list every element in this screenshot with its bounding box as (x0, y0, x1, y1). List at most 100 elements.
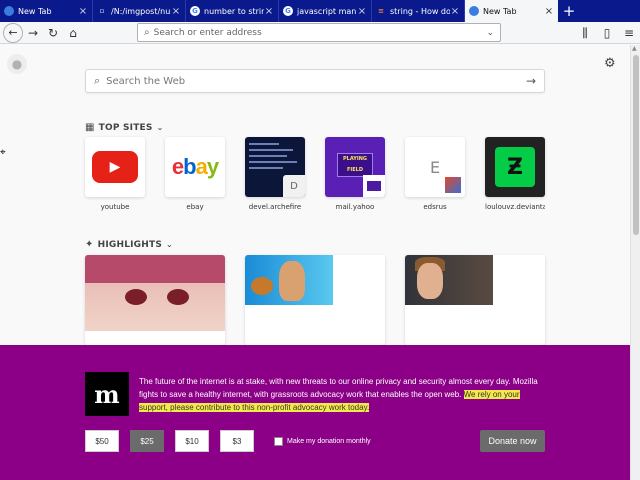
chevron-down-icon[interactable]: ⌄ (486, 28, 494, 38)
top-site-devel-archefire[interactable]: D devel.archefire (245, 137, 305, 211)
site-tile[interactable]: E (405, 137, 465, 197)
arrow-left-icon: ← (8, 26, 18, 39)
tab-label: string - How do I (390, 6, 450, 16)
toolbar-right: ⫼ ▯ ≡ (574, 22, 640, 44)
stackoverflow-icon: ≡ (378, 7, 384, 15)
top-site-edsrus[interactable]: E edsrus (405, 137, 465, 211)
tab-new-tab-active[interactable]: New Tab × (465, 0, 558, 22)
top-sites-list: ▶ youtube ebay ebay D devel.archefire PL… (85, 137, 565, 211)
address-input[interactable] (153, 27, 487, 38)
sidebar-button[interactable]: ▯ (596, 23, 618, 43)
site-tile[interactable]: PLAYING FIELD (325, 137, 385, 197)
site-tile[interactable]: ▶ (85, 137, 145, 197)
monthly-donation-option[interactable]: Make my donation monthly (274, 436, 371, 446)
sidebar-icon: ▯ (603, 26, 611, 40)
amount-25-button[interactable]: $25 (130, 430, 164, 452)
close-icon[interactable]: × (78, 6, 88, 17)
scrollbar-thumb[interactable] (633, 55, 639, 235)
site-tile[interactable]: D (245, 137, 305, 197)
donation-amounts: $50 $25 $10 $3 Make my donation monthly (85, 430, 371, 452)
tab-label: number to string g (204, 6, 264, 16)
top-site-youtube[interactable]: ▶ youtube (85, 137, 145, 211)
highlights-heading[interactable]: ✦ HIGHLIGHTS ⌄ (85, 239, 173, 250)
hamburger-menu-icon: ≡ (623, 26, 635, 40)
web-search-input[interactable] (106, 75, 526, 87)
highlight-image (405, 255, 493, 305)
site-label: edsrus (423, 203, 447, 211)
firefox-icon (4, 6, 14, 16)
site-tile[interactable]: ebay (165, 137, 225, 197)
banner-message: The future of the internet is at stake, … (139, 375, 549, 414)
chevron-down-icon: ⌄ (156, 123, 164, 132)
grid-icon: ▦ (85, 122, 95, 133)
amount-3-button[interactable]: $3 (220, 430, 254, 452)
donation-banner: m The future of the internet is at stake… (0, 345, 630, 480)
highlight-image (245, 255, 333, 305)
tab-string-how-do-i[interactable]: ≡ string - How do I × (372, 0, 465, 22)
page-scrollbar[interactable]: ▲ (630, 45, 640, 480)
gear-icon[interactable]: ⚙ (604, 56, 616, 71)
site-label: ebay (186, 203, 204, 211)
site-tile[interactable]: Ƶ (485, 137, 545, 197)
monthly-checkbox[interactable] (274, 436, 283, 446)
tab-new-tab-1[interactable]: New Tab × (0, 0, 93, 22)
firefox-logo-icon: ● (7, 54, 27, 74)
nav-bar: ← → ↻ ⌂ ⌕ ⌄ ⫼ ▯ ≡ (0, 22, 640, 44)
firefox-icon (469, 6, 479, 16)
mouse-cursor-icon: ⌖ (0, 147, 6, 158)
scroll-up-icon[interactable]: ▲ (632, 45, 637, 52)
back-button[interactable]: ← (3, 22, 23, 43)
library-icon: ⫼ (582, 25, 588, 40)
reload-button[interactable]: ↻ (43, 23, 63, 43)
tab-label: New Tab (483, 6, 517, 16)
top-site-ebay[interactable]: ebay ebay (165, 137, 225, 211)
highlight-card[interactable] (245, 255, 385, 345)
close-icon[interactable]: × (544, 6, 554, 17)
web-search-box[interactable]: ⌕ → (85, 69, 545, 93)
menu-button[interactable]: ≡ (618, 23, 640, 43)
reload-icon: ↻ (47, 25, 59, 40)
google-icon: G (283, 6, 293, 16)
home-icon: ⌂ (69, 25, 77, 40)
amount-10-button[interactable]: $10 (175, 430, 209, 452)
close-icon[interactable]: × (171, 6, 181, 17)
tab-label: New Tab (18, 6, 52, 16)
top-site-mail-yahoo[interactable]: PLAYING FIELD mail.yahoo (325, 137, 385, 211)
chevron-down-icon: ⌄ (166, 240, 173, 249)
highlight-card[interactable] (85, 255, 225, 345)
tab-number-to-string[interactable]: G number to string g × (186, 0, 279, 22)
donate-now-button[interactable]: Donate now (480, 430, 545, 452)
arrow-right-icon[interactable]: → (526, 74, 536, 88)
tab-javascript-manipul[interactable]: G javascript manipul × (279, 0, 372, 22)
highlight-image (85, 255, 225, 331)
close-icon[interactable]: × (357, 6, 367, 17)
site-label: mail.yahoo (335, 203, 375, 211)
search-icon: ⌕ (94, 74, 101, 87)
highlights-list (85, 255, 565, 345)
monthly-label: Make my donation monthly (287, 437, 371, 445)
youtube-logo-icon: ▶ (92, 151, 138, 183)
search-icon: ⌕ (144, 27, 150, 38)
site-label: loulouvz.deviantart (485, 203, 545, 211)
site-favicon (443, 175, 463, 195)
close-icon[interactable]: × (450, 6, 460, 17)
tab-num2str[interactable]: ▫ /N:/imgpost/num2str.h × (93, 0, 186, 22)
close-icon[interactable]: × (264, 6, 274, 17)
top-site-deviantart[interactable]: Ƶ loulouvz.deviantart (485, 137, 545, 211)
address-bar[interactable]: ⌕ ⌄ (137, 23, 501, 42)
ebay-logo-icon: ebay (171, 154, 219, 179)
site-badge: D (283, 175, 305, 197)
mozilla-logo-icon: m (85, 372, 129, 416)
new-tab-button[interactable]: + (558, 0, 580, 22)
highlight-card[interactable] (405, 255, 545, 345)
top-sites-heading[interactable]: ▦ TOP SITES ⌄ (85, 122, 163, 133)
tab-strip: New Tab × ▫ /N:/imgpost/num2str.h × G nu… (0, 0, 640, 22)
site-label: youtube (100, 203, 130, 211)
tab-label: /N:/imgpost/num2str.h (111, 6, 171, 16)
forward-button[interactable]: → (23, 23, 43, 43)
library-button[interactable]: ⫼ (574, 23, 596, 43)
amount-50-button[interactable]: $50 (85, 430, 119, 452)
home-button[interactable]: ⌂ (63, 23, 83, 43)
document-icon: ▫ (99, 7, 105, 15)
google-icon: G (190, 6, 200, 16)
